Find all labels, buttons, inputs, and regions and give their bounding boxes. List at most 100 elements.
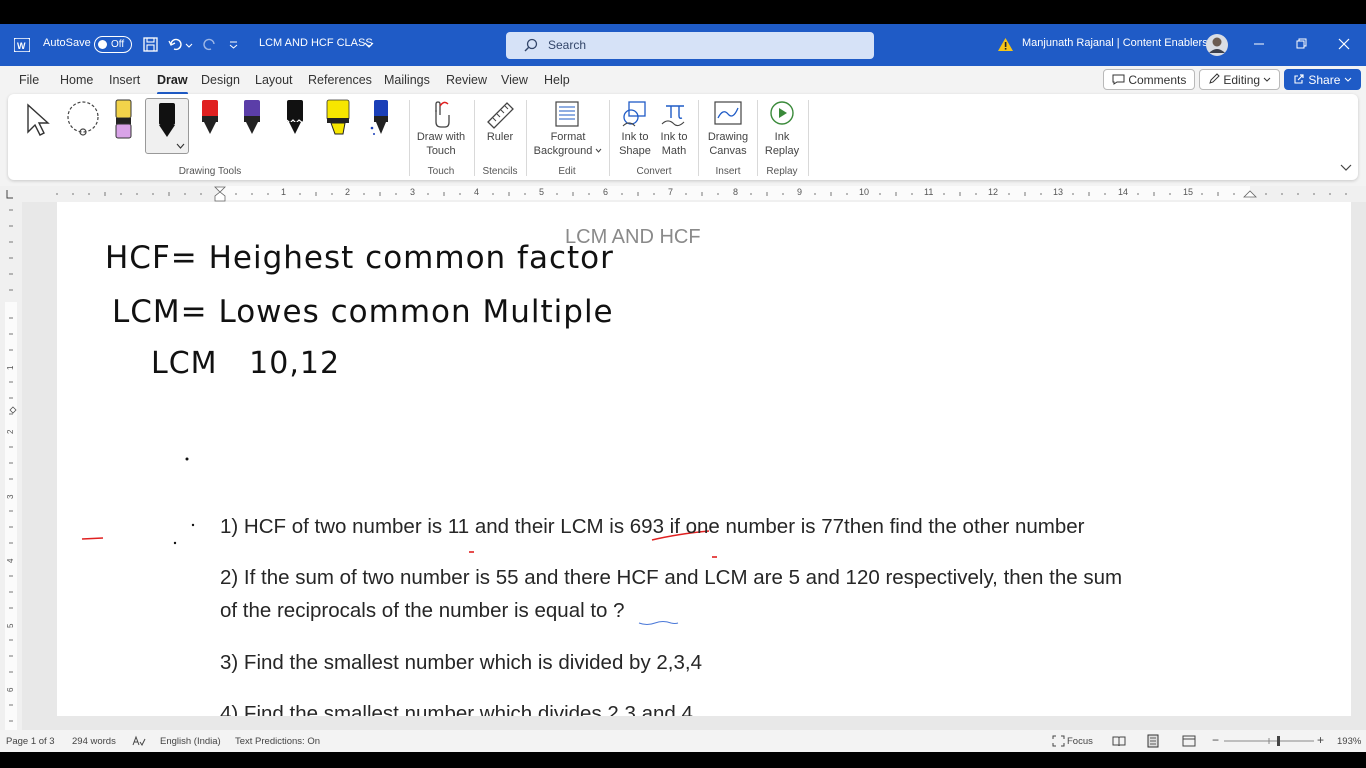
tab-design[interactable]: Design bbox=[201, 73, 240, 87]
chevron-down-icon bbox=[1264, 77, 1271, 82]
tab-draw[interactable]: Draw bbox=[157, 73, 188, 95]
grammar-underline bbox=[638, 621, 679, 625]
group-touch: Touch bbox=[427, 166, 455, 177]
group-insert: Insert bbox=[715, 166, 741, 177]
ruler-number: 1 bbox=[281, 187, 287, 197]
document-title[interactable]: LCM AND HCF CLASS bbox=[259, 37, 373, 49]
draw-with-touch-label-1: Draw with bbox=[416, 131, 466, 143]
ink-to-math-button[interactable]: Ink to Math bbox=[655, 130, 693, 158]
group-convert: Convert bbox=[636, 166, 672, 177]
ruler-number: 11 bbox=[924, 187, 934, 197]
editing-label: Editing bbox=[1223, 73, 1261, 87]
word-app-icon: W bbox=[14, 38, 30, 52]
status-bar: Page 1 of 3 294 words English (India) Te… bbox=[0, 730, 1366, 752]
tab-help[interactable]: Help bbox=[544, 73, 570, 87]
svg-text:5: 5 bbox=[6, 623, 15, 628]
vertical-ruler[interactable]: 1 2 3 4 5 6 bbox=[0, 202, 22, 730]
question-3: 3) Find the smallest number which is div… bbox=[220, 651, 702, 674]
ink-replay-button[interactable]: Ink Replay bbox=[758, 130, 806, 158]
tab-mailings[interactable]: Mailings bbox=[384, 73, 430, 87]
pen-red-icon[interactable] bbox=[199, 98, 221, 140]
chevron-down-icon[interactable] bbox=[364, 40, 374, 50]
pen-black-icon[interactable] bbox=[284, 98, 306, 140]
comments-label: Comments bbox=[1128, 73, 1187, 87]
tab-insert[interactable]: Insert bbox=[109, 73, 140, 87]
drawing-canvas-icon bbox=[714, 101, 742, 125]
restore-button[interactable] bbox=[1291, 35, 1311, 55]
highlighter-yellow-icon[interactable] bbox=[325, 98, 351, 140]
group-edit: Edit bbox=[558, 166, 576, 177]
autosave-label: AutoSave bbox=[43, 37, 91, 49]
ink-red-dash bbox=[81, 537, 104, 540]
comments-button[interactable]: Comments bbox=[1103, 69, 1196, 90]
ink-to-shape-button[interactable]: Ink to Shape bbox=[616, 130, 654, 158]
share-button[interactable]: Share bbox=[1284, 69, 1361, 90]
tab-view[interactable]: View bbox=[501, 73, 528, 87]
close-icon bbox=[1338, 38, 1350, 50]
document-page[interactable]: LCM AND HCF HCF= Heighest common factor … bbox=[57, 202, 1351, 716]
read-mode-icon[interactable] bbox=[1112, 735, 1126, 747]
ink-to-math-label-2: Math bbox=[661, 145, 687, 157]
tab-file[interactable]: File bbox=[19, 73, 39, 87]
editing-mode-button[interactable]: Editing bbox=[1199, 69, 1281, 90]
ruler-number: 4 bbox=[474, 187, 480, 197]
lasso-select-icon[interactable] bbox=[64, 100, 104, 140]
svg-text:W: W bbox=[17, 41, 26, 51]
text-predictions[interactable]: Text Predictions: On bbox=[235, 736, 320, 747]
autosave-toggle[interactable]: Off bbox=[94, 36, 132, 53]
highlighter-eraser-icon[interactable] bbox=[114, 98, 134, 142]
draw-with-touch-icon bbox=[435, 101, 450, 128]
search-box[interactable]: Search bbox=[506, 32, 874, 59]
ink-annotations bbox=[81, 457, 717, 625]
focus-icon bbox=[1052, 735, 1065, 747]
minimize-button[interactable] bbox=[1249, 35, 1269, 55]
language[interactable]: English (India) bbox=[160, 736, 221, 747]
zoom-slider[interactable] bbox=[1224, 735, 1314, 747]
customize-toolbar-icon[interactable] bbox=[229, 40, 239, 50]
draw-with-touch-label-2: Touch bbox=[426, 145, 456, 157]
print-layout-icon[interactable] bbox=[1146, 734, 1160, 748]
warning-icon[interactable] bbox=[997, 37, 1014, 52]
right-indent-marker bbox=[1243, 190, 1257, 198]
ruler-button[interactable]: Ruler bbox=[478, 130, 522, 144]
autosave-state: Off bbox=[111, 39, 125, 50]
group-stencils: Stencils bbox=[482, 166, 518, 177]
user-name[interactable]: Manjunath Rajanal | Content Enablers bbox=[1022, 37, 1208, 49]
pen-galaxy-icon[interactable] bbox=[369, 98, 391, 140]
page-count[interactable]: Page 1 of 3 bbox=[6, 736, 55, 747]
select-arrow-icon[interactable] bbox=[24, 102, 52, 138]
word-count[interactable]: 294 words bbox=[72, 736, 116, 747]
ink-to-math-label-1: Ink to bbox=[660, 131, 688, 143]
close-button[interactable] bbox=[1334, 35, 1354, 55]
ruler-number: 8 bbox=[733, 187, 739, 197]
collapse-ribbon-icon[interactable] bbox=[1340, 164, 1352, 172]
focus-mode-button[interactable]: Focus bbox=[1067, 736, 1093, 747]
tab-review[interactable]: Review bbox=[446, 73, 487, 87]
restore-icon bbox=[1296, 38, 1307, 49]
proofing-icon[interactable] bbox=[132, 735, 146, 747]
tab-home[interactable]: Home bbox=[60, 73, 93, 87]
ink-replay-label-1: Ink bbox=[774, 131, 790, 143]
tab-layout[interactable]: Layout bbox=[255, 73, 293, 87]
pen-black-selected[interactable] bbox=[145, 98, 189, 154]
save-icon[interactable] bbox=[143, 37, 159, 53]
tab-references[interactable]: References bbox=[308, 73, 372, 87]
pen-purple-icon[interactable] bbox=[241, 98, 263, 140]
format-background-button[interactable]: Format Background bbox=[530, 130, 606, 158]
ink-to-math-icon bbox=[661, 105, 685, 127]
zoom-in-button[interactable]: + bbox=[1317, 733, 1324, 747]
undo-icon[interactable] bbox=[168, 37, 194, 53]
redo-icon[interactable] bbox=[201, 37, 219, 53]
drawing-canvas-button[interactable]: Drawing Canvas bbox=[700, 130, 756, 158]
zoom-out-button[interactable]: − bbox=[1212, 733, 1219, 747]
avatar[interactable] bbox=[1205, 33, 1229, 57]
first-line-indent-marker bbox=[214, 186, 226, 193]
web-layout-icon[interactable] bbox=[1182, 735, 1196, 747]
left-indent-marker bbox=[214, 191, 226, 202]
svg-text:6: 6 bbox=[6, 687, 15, 692]
draw-with-touch-button[interactable]: Draw with Touch bbox=[410, 130, 472, 158]
ruler-number: 13 bbox=[1053, 187, 1064, 197]
zoom-level[interactable]: 193% bbox=[1337, 736, 1361, 747]
ink-to-shape-icon bbox=[622, 101, 646, 127]
question-1: 1) HCF of two number is 11 and their LCM… bbox=[220, 515, 1085, 538]
